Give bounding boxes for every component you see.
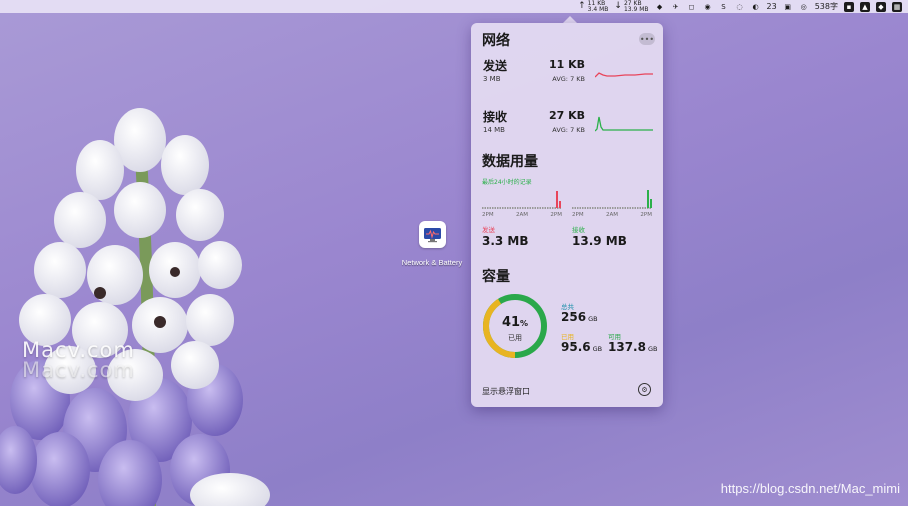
temperature-value[interactable]: 23 <box>767 2 777 11</box>
receive-total: 14 MB <box>483 126 505 134</box>
send-average: AVG: 7 KB <box>552 75 585 83</box>
send-rate: 11 KB <box>548 58 585 71</box>
desktop-icon-label: Network & Battery <box>401 258 463 267</box>
axis-tick: 2AM <box>515 212 528 218</box>
network-battery-desktop-icon[interactable]: Network & Battery <box>392 221 472 267</box>
percent-value: 41 <box>501 315 521 330</box>
box-icon[interactable]: ◻ <box>687 2 697 12</box>
used-capacity: 95.6 GB <box>561 340 602 354</box>
used-capacity-value: 95.6 <box>561 340 591 354</box>
more-options-button[interactable]: ••• <box>639 33 655 45</box>
menubar-download-stat[interactable]: ↓ 27 KB 13.9 MB <box>614 0 649 13</box>
watermark-url: https://blog.csdn.net/Mac_mimi <box>720 481 900 496</box>
capacity-percent: 41% <box>481 315 549 330</box>
menu-bar: ↑ 11 KB 3.4 MB ↓ 27 KB 13.9 MB ◆ ✈ ◻ ◉ S… <box>0 0 908 13</box>
unit: GB <box>647 345 658 353</box>
used-caption: 已用 <box>508 334 522 342</box>
axis-tick: 2PM <box>482 212 494 218</box>
receive-sparkline <box>595 116 653 132</box>
grid-app-icon[interactable]: ▦ <box>892 1 902 12</box>
train-icon[interactable]: ▣ <box>783 2 793 12</box>
axis-tick: 2PM <box>640 212 652 218</box>
menubar-upload-stat[interactable]: ↑ 11 KB 3.4 MB <box>578 0 609 13</box>
axis-tick: 2PM <box>550 212 562 218</box>
receive-average: AVG: 7 KB <box>552 126 585 134</box>
app-icon-1[interactable]: ▪ <box>844 1 854 12</box>
send-label: 发送 <box>483 59 508 73</box>
total-capacity-value: 256 <box>561 310 587 324</box>
weather-icon[interactable]: ◐ <box>751 2 761 12</box>
total-capacity: 256 GB <box>561 310 598 324</box>
network-section-title: 网络 <box>482 33 510 49</box>
chat-icon[interactable]: ◌ <box>735 2 745 12</box>
received-usage-value: 13.9 MB <box>572 234 627 248</box>
axis-tick: 2AM <box>605 212 618 218</box>
receive-label: 接收 <box>483 110 508 124</box>
download-arrow-icon: ↓ <box>614 1 622 11</box>
received-usage-chart <box>572 190 652 209</box>
sent-usage-value: 3.3 MB <box>482 234 529 248</box>
network-monitor-icon <box>418 221 446 248</box>
available-capacity-value: 137.8 <box>608 340 646 354</box>
available-capacity: 137.8 GB <box>608 340 657 354</box>
word-count[interactable]: 538字 <box>815 1 838 12</box>
unit: GB <box>588 315 598 323</box>
send-total: 3 MB <box>483 75 501 83</box>
send-sparkline <box>595 72 653 78</box>
receive-rate: 27 KB <box>548 109 585 122</box>
unit: GB <box>592 345 603 353</box>
sent-axis-labels: 2PM 2AM 2PM <box>482 212 562 218</box>
sent-usage-chart <box>482 191 562 209</box>
gear-icon[interactable]: ⚙ <box>638 383 651 396</box>
download-total: 13.9 MB <box>623 5 649 13</box>
received-usage-label: 接收 <box>572 226 585 234</box>
network-popover: 网络 ••• 发送 3 MB 11 KB AVG: 7 KB 接收 14 MB … <box>471 23 663 407</box>
sent-usage-label: 发送 <box>482 226 495 234</box>
app-icon-3[interactable]: ◆ <box>876 1 886 12</box>
axis-tick: 2PM <box>572 212 584 218</box>
circle-app-icon[interactable]: ◎ <box>799 2 809 12</box>
usage-caption: 最后24小时的记录 <box>482 179 532 186</box>
rocket-icon[interactable]: ✈ <box>671 2 681 12</box>
watermark-site-echo: Macv.com <box>22 358 135 382</box>
upload-total: 3.4 MB <box>587 5 609 13</box>
shield-icon[interactable]: ◆ <box>655 2 665 12</box>
percent-unit: % <box>520 319 529 328</box>
s-app-icon[interactable]: S <box>719 2 729 12</box>
panel-notch <box>563 16 577 23</box>
app-icon-2[interactable]: ▲ <box>860 1 870 12</box>
eye-icon[interactable]: ◉ <box>703 2 713 12</box>
usage-section-title: 数据用量 <box>482 154 538 170</box>
capacity-section-title: 容量 <box>482 269 510 285</box>
show-floating-window-button[interactable]: 显示悬浮窗口 <box>482 386 530 397</box>
flower-wallpaper <box>0 108 270 506</box>
upload-arrow-icon: ↑ <box>578 1 586 11</box>
received-axis-labels: 2PM 2AM 2PM <box>572 212 652 218</box>
